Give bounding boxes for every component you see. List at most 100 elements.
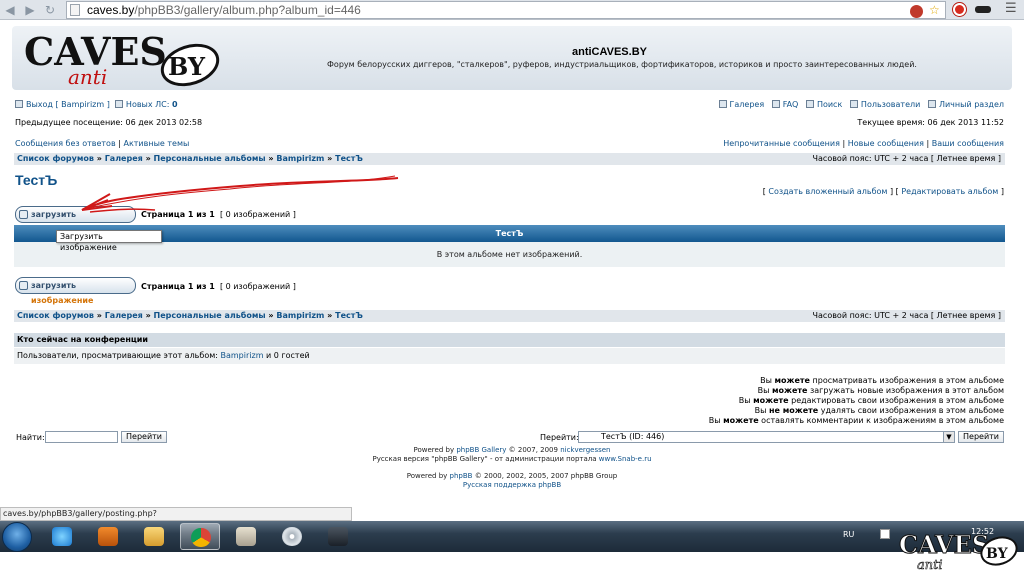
site-header: CAVES BY anti antiCAVES.BY Форум белорус… xyxy=(12,26,1012,90)
phpbb-gallery-link[interactable]: phpBB Gallery xyxy=(456,446,506,454)
taskbar-explorer[interactable] xyxy=(134,523,174,550)
start-button[interactable] xyxy=(2,522,32,552)
author-link[interactable]: nickvergessen xyxy=(560,446,610,454)
quicklinks-right: Непрочитанные сообщения | Новые сообщени… xyxy=(723,139,1004,148)
taskbar-disc[interactable] xyxy=(272,523,312,550)
pagination-bottom: Страница 1 из 1 [ 0 изображений ] xyxy=(141,282,296,291)
your-posts-link[interactable]: Ваши сообщения xyxy=(932,139,1004,148)
current-time: Текущее время: 06 дек 2013 11:52 xyxy=(857,118,1004,127)
folder-icon xyxy=(144,527,164,546)
crumb-user[interactable]: Bampirizm xyxy=(276,311,324,320)
search-icon xyxy=(805,100,814,108)
browser-status-url: caves.by/phpBB3/gallery/posting.php?mode… xyxy=(0,507,352,530)
taskbar-paint[interactable] xyxy=(226,523,266,550)
upload-image-button-bottom[interactable]: загрузить изображение xyxy=(15,277,136,305)
permission-line: Вы не можете удалять свои изображения в … xyxy=(754,406,1004,415)
quicklinks-left: Сообщения без ответов | Активные темы xyxy=(15,139,190,148)
footer-gallery: Powered by phpBB Gallery © 2007, 2009 ni… xyxy=(413,446,611,454)
crumb-album[interactable]: ТестЪ xyxy=(335,154,363,163)
online-users: Пользователи, просматривающие этот альбо… xyxy=(14,348,1005,364)
crumb-gallery[interactable]: Галерея xyxy=(105,154,143,163)
site-title: antiCAVES.BY xyxy=(572,46,647,58)
site-description: Форум белорусских диггеров, "сталкеров",… xyxy=(327,60,917,69)
permission-line: Вы можете просматривать изображения в эт… xyxy=(760,376,1004,385)
footer-phpbb: Powered by phpBB © 2000, 2002, 2005, 200… xyxy=(406,472,618,480)
crumb-forums[interactable]: Список форумов xyxy=(17,154,94,163)
user-left-links: Выход [ Bampirizm ] Новых ЛС: 0 xyxy=(15,100,178,109)
upload-tooltip: Загрузить изображение xyxy=(56,230,162,252)
pm-icon xyxy=(114,100,123,108)
jump-label: Перейти: xyxy=(540,433,579,442)
taskbar-media-player[interactable] xyxy=(88,523,128,550)
menu-icon[interactable]: ☰ xyxy=(1005,1,1017,16)
taskbar: RU 12:52 xyxy=(0,521,1024,552)
permission-line: Вы можете загружать новые изображения в … xyxy=(757,386,1004,395)
ie-icon xyxy=(52,527,72,546)
watermark-logo: CAVES BY anti xyxy=(899,530,1018,573)
crumb-personal[interactable]: Персональные альбомы xyxy=(154,311,266,320)
gallery-link[interactable]: Галерея xyxy=(730,100,765,109)
unanswered-link[interactable]: Сообщения без ответов xyxy=(15,139,116,148)
permissions-list: Вы можете просматривать изображения в эт… xyxy=(709,376,1004,426)
site-logo[interactable]: CAVES BY anti xyxy=(20,27,230,89)
pm-link[interactable]: Новых ЛС: 0 xyxy=(126,100,178,109)
watermark-badge: BY xyxy=(986,546,1009,562)
edit-album-link[interactable]: Редактировать альбом xyxy=(901,187,998,196)
unread-link[interactable]: Непрочитанные сообщения xyxy=(723,139,840,148)
abp-extension-icon[interactable] xyxy=(910,5,923,18)
upload-icon xyxy=(19,281,28,290)
faq-link[interactable]: FAQ xyxy=(783,100,799,109)
address-bar[interactable]: caves.by/phpBB3/gallery/album.php?album_… xyxy=(66,1,946,19)
language-indicator[interactable]: RU xyxy=(843,530,854,539)
members-link[interactable]: Пользователи xyxy=(861,100,920,109)
taskbar-chrome[interactable] xyxy=(180,523,220,550)
disc-icon xyxy=(282,527,302,546)
online-user-link[interactable]: Bampirizm xyxy=(221,351,264,360)
flag-icon[interactable] xyxy=(880,529,890,539)
crumb-gallery[interactable]: Галерея xyxy=(105,311,143,320)
page-title[interactable]: ТестЪ xyxy=(15,172,57,188)
page-icon xyxy=(70,4,80,16)
album-actions: [ Создать вложенный альбом ] [ Редактиро… xyxy=(762,187,1004,196)
last-visit: Предыдущее посещение: 06 дек 2013 02:58 xyxy=(15,118,203,127)
breadcrumb: Список форумов » Галерея » Персональные … xyxy=(14,153,1005,165)
back-icon[interactable]: ◀ xyxy=(2,2,18,18)
search-link[interactable]: Поиск xyxy=(817,100,842,109)
find-input[interactable] xyxy=(45,431,118,443)
opera-extension-icon[interactable] xyxy=(953,3,966,16)
jump-select[interactable]: ТестЪ (ID: 446) ▼ xyxy=(578,431,955,443)
glasses-extension-icon[interactable] xyxy=(975,6,991,13)
ru-support-link[interactable]: Русская поддержка phpBB xyxy=(463,481,561,489)
chrome-icon xyxy=(191,528,211,547)
crumb-user[interactable]: Bampirizm xyxy=(276,154,324,163)
breadcrumb-links: Список форумов » Галерея » Персональные … xyxy=(17,311,363,320)
create-subalbum-link[interactable]: Создать вложенный альбом xyxy=(768,187,887,196)
snab-link[interactable]: www.Snab-e.ru xyxy=(599,455,652,463)
find-label: Найти: xyxy=(16,433,45,442)
paint-icon xyxy=(236,527,256,546)
upload-icon xyxy=(19,210,28,219)
chevron-down-icon[interactable]: ▼ xyxy=(943,432,954,442)
forward-icon[interactable]: ▶ xyxy=(22,2,38,18)
crumb-album[interactable]: ТестЪ xyxy=(335,311,363,320)
reload-icon[interactable]: ↻ xyxy=(42,2,58,18)
watermark-sub: anti xyxy=(917,558,943,573)
permission-line: Вы можете редактировать свои изображения… xyxy=(738,396,1004,405)
taskbar-game[interactable] xyxy=(318,523,358,550)
timezone: Часовой пояс: UTC + 2 часа [ Летнее врем… xyxy=(812,311,1001,320)
bookmark-star-icon[interactable]: ☆ xyxy=(929,3,940,17)
crumb-personal[interactable]: Персональные альбомы xyxy=(154,154,266,163)
gallery-icon xyxy=(718,100,727,108)
jump-go-button[interactable]: Перейти xyxy=(958,431,1004,443)
phpbb-link[interactable]: phpBB xyxy=(450,472,473,480)
taskbar-ie[interactable] xyxy=(42,523,82,550)
new-posts-link[interactable]: Новые сообщения xyxy=(848,139,924,148)
logo-badge: BY xyxy=(168,52,206,81)
active-topics-link[interactable]: Активные темы xyxy=(123,139,189,148)
crumb-forums[interactable]: Список форумов xyxy=(17,311,94,320)
ucp-link[interactable]: Личный раздел xyxy=(939,100,1004,109)
media-player-icon xyxy=(98,527,118,546)
logout-link[interactable]: Выход [ Bampirizm ] xyxy=(26,100,110,109)
find-go-button[interactable]: Перейти xyxy=(121,431,167,443)
footer-ru-support: Русская поддержка phpBB xyxy=(0,481,1024,489)
